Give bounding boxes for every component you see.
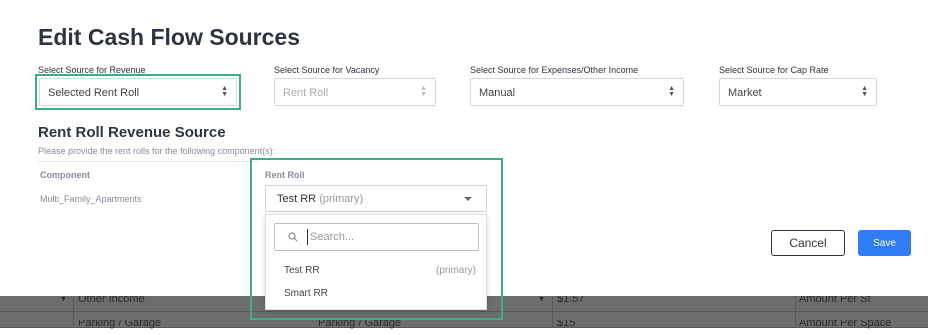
- rent-roll-dropdown: Test RR (primary) Smart RR: [265, 214, 487, 310]
- chevron-down-icon: [464, 197, 472, 201]
- component-column-header: Component: [40, 170, 90, 180]
- dropdown-search-input[interactable]: [307, 229, 470, 245]
- expenses-source-label: Select Source for Expenses/Other Income: [470, 65, 639, 75]
- cancel-button[interactable]: Cancel: [771, 230, 845, 256]
- bg-cell: Parking / Garage: [78, 320, 162, 329]
- bg-cell: $15: [557, 320, 576, 329]
- revenue-source-select[interactable]: Selected Rent Roll ▲ ▼: [39, 78, 237, 106]
- rent-roll-selected-tag: (primary): [319, 193, 364, 205]
- option-label: Smart RR: [284, 288, 328, 299]
- section-divider: [38, 161, 258, 162]
- rent-roll-selected-label: Test RR: [277, 193, 317, 205]
- revenue-source-label: Select Source for Revenue: [38, 65, 146, 75]
- select-arrows-icon: ▲ ▼: [221, 85, 228, 98]
- revenue-source-value: Selected Rent Roll: [48, 87, 140, 99]
- vacancy-source-value: Rent Roll: [283, 87, 329, 99]
- option-label: Test RR: [284, 265, 320, 276]
- rent-roll-section-title: Rent Roll Revenue Source: [38, 124, 226, 141]
- caret-down-icon: ▼: [538, 296, 545, 303]
- select-arrows-icon: ▲ ▼: [420, 85, 427, 98]
- modal-title: Edit Cash Flow Sources: [38, 24, 300, 50]
- dropdown-option-test-rr[interactable]: Test RR (primary): [284, 265, 476, 276]
- rent-roll-select[interactable]: Test RR (primary): [265, 185, 487, 212]
- cap-rate-source-select[interactable]: Market ▲ ▼: [719, 78, 877, 106]
- caret-down-icon: ▼: [60, 296, 67, 303]
- select-arrows-icon: ▲ ▼: [668, 85, 675, 98]
- expenses-source-value: Manual: [479, 87, 516, 99]
- search-icon: [288, 232, 298, 242]
- bg-cell: Amount Per Sf: [799, 296, 871, 305]
- save-button[interactable]: Save: [858, 230, 911, 256]
- dropdown-option-smart-rr[interactable]: Smart RR: [284, 288, 476, 299]
- edit-cash-flow-sources-modal: Edit Cash Flow Sources Select Source for…: [0, 0, 928, 310]
- cap-rate-source-value: Market: [728, 87, 762, 99]
- bg-cell: Amount Per Space: [799, 320, 892, 329]
- rent-roll-section-hint: Please provide the rent rolls for the fo…: [38, 146, 276, 156]
- select-arrows-icon: ▲ ▼: [861, 85, 868, 98]
- component-name: Multi_Family_Apartments: [40, 194, 142, 204]
- cap-rate-source-label: Select Source for Cap Rate: [719, 65, 829, 75]
- bg-table-row: Parking / Garage Parking / Garage $15 Am…: [0, 312, 928, 329]
- bg-cell: Parking / Garage: [318, 320, 402, 329]
- dropdown-search-box[interactable]: [274, 223, 479, 251]
- vacancy-source-select: Rent Roll ▲ ▼: [274, 78, 436, 106]
- bg-cell: $1.57: [557, 296, 585, 305]
- bg-cell: Other Income: [78, 296, 145, 305]
- expenses-source-select[interactable]: Manual ▲ ▼: [470, 78, 684, 106]
- rent-roll-column-header: Rent Roll: [265, 170, 305, 180]
- rent-roll-select-value: Test RR (primary): [277, 193, 363, 205]
- vacancy-source-label: Select Source for Vacancy: [274, 65, 380, 75]
- option-tag: (primary): [436, 265, 476, 276]
